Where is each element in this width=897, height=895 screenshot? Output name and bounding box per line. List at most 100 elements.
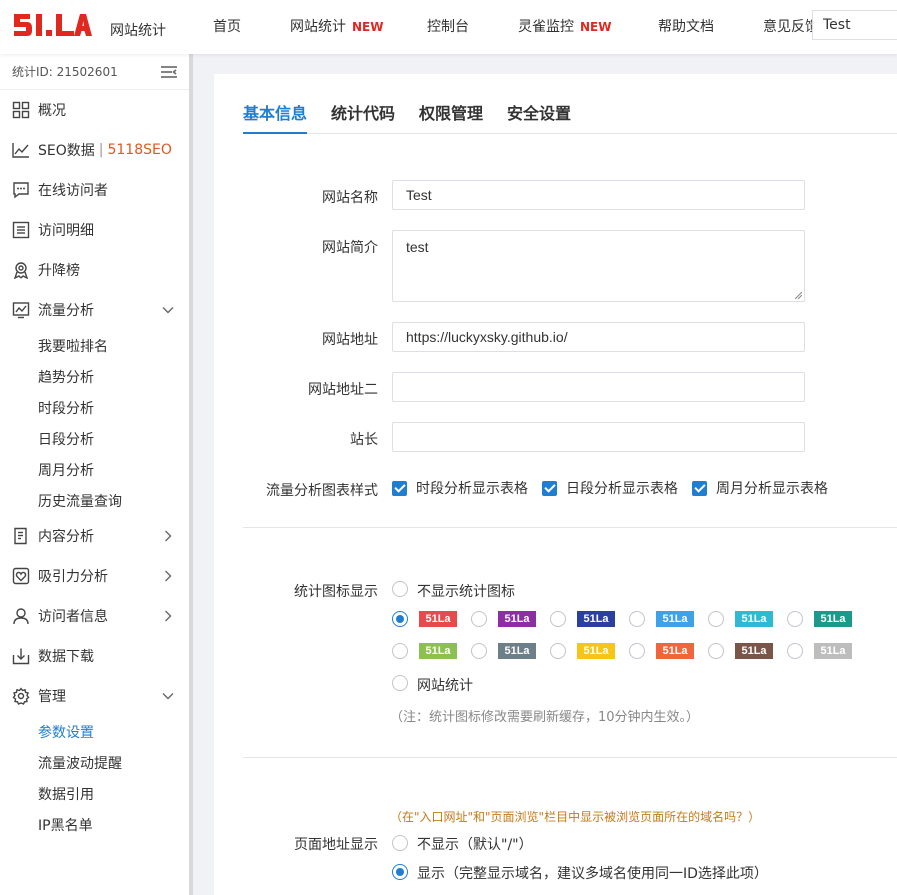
site-name-input[interactable]: Test <box>392 180 805 210</box>
monitor-chart-icon <box>12 302 30 319</box>
icon-note: （注：统计图标修改需要刷新缓存，10分钟内生效。） <box>390 710 700 725</box>
seo-5118-link[interactable]: 5118SEO <box>107 142 171 158</box>
sidebar-subitem[interactable]: 流量波动提醒 <box>0 747 190 778</box>
icon-style-radio[interactable] <box>550 643 566 659</box>
section-divider <box>243 757 897 758</box>
nav-monitor[interactable]: 灵雀监控 NEW <box>518 16 611 36</box>
tab-bar: 基本信息 统计代码 权限管理 安全设置 <box>243 100 595 123</box>
site-url-input[interactable]: https://luckyxsky.github.io/ <box>392 322 805 352</box>
section-divider <box>243 527 897 528</box>
nav-console[interactable]: 控制台 <box>427 16 469 36</box>
site-id-bar: 统计ID: 21502601 <box>0 54 190 90</box>
chevron-right-icon <box>165 530 172 542</box>
icon-style-badge[interactable]: 51La <box>419 643 457 659</box>
icon-style-radio[interactable] <box>392 643 408 659</box>
icon-style-radio[interactable] <box>471 643 487 659</box>
sidebar-item-traffic[interactable]: 流量分析 <box>0 290 190 330</box>
tab-divider <box>243 133 897 134</box>
chart-style-options: 时段分析显示表格 日段分析显示表格 周月分析显示表格 <box>392 478 842 498</box>
heart-icon <box>12 567 30 585</box>
51la-logo[interactable] <box>12 12 92 38</box>
icon-style-badge[interactable]: 51La <box>419 611 457 627</box>
sidebar-item-content[interactable]: 内容分析 <box>0 516 190 556</box>
icon-style-badge[interactable]: 51La <box>814 611 852 627</box>
icon-style-radio[interactable] <box>708 611 724 627</box>
page-url-hide-radio[interactable] <box>392 835 408 851</box>
icon-style-radio[interactable] <box>392 611 408 627</box>
icon-style-badge[interactable]: 51La <box>577 643 615 659</box>
icon-style-badge[interactable]: 51La <box>656 611 694 627</box>
sidebar-item-attraction[interactable]: 吸引力分析 <box>0 556 190 596</box>
sidebar-item-online[interactable]: 在线访问者 <box>0 170 190 210</box>
chart-style-label: 流量分析图表样式 <box>266 483 378 499</box>
sidebar-subitem[interactable]: 数据引用 <box>0 778 190 809</box>
icon-style-radio[interactable] <box>550 611 566 627</box>
sidebar-scrollbar[interactable] <box>189 54 193 895</box>
sidebar-item-seo[interactable]: SEO数据 | 5118SEO <box>0 130 190 170</box>
icon-text-radio[interactable] <box>392 675 408 691</box>
chat-icon <box>13 182 29 199</box>
owner-input[interactable] <box>392 422 805 452</box>
icon-style-radio[interactable] <box>629 611 645 627</box>
sidebar-subitem[interactable]: 日段分析 <box>0 423 190 454</box>
user-icon <box>13 608 29 625</box>
site-url2-input[interactable] <box>392 372 805 402</box>
icon-none-radio[interactable] <box>392 581 408 597</box>
weekly-table-checkbox[interactable] <box>692 480 707 496</box>
tab-tracking-code[interactable]: 统计代码 <box>331 100 395 123</box>
sidebar-subitem[interactable]: 时段分析 <box>0 392 190 423</box>
page-url-show-radio[interactable] <box>392 864 408 880</box>
settings-panel: 基本信息 统计代码 权限管理 安全设置 网站名称 Test 网站简介 test … <box>214 74 897 895</box>
icon-style-badge[interactable]: 51La <box>814 643 852 659</box>
nav-feedback[interactable]: 意见反馈 <box>763 16 819 36</box>
icon-style-radio[interactable] <box>787 643 803 659</box>
sidebar-item-overview[interactable]: 概况 <box>0 90 190 130</box>
site-desc-textarea[interactable]: test <box>392 230 805 302</box>
icon-style-radio[interactable] <box>471 611 487 627</box>
site-name-label: 网站名称 <box>322 190 378 206</box>
page-url-show-label: 显示（完整显示域名，建议多域名使用同一ID选择此项） <box>417 866 768 882</box>
icon-style-badge[interactable]: 51La <box>498 643 536 659</box>
sidebar-subitem[interactable]: 我要啦排名 <box>0 330 190 361</box>
sidebar-subitem[interactable]: 历史流量查询 <box>0 485 190 516</box>
icon-none-label: 不显示统计图标 <box>417 584 515 600</box>
tab-permissions[interactable]: 权限管理 <box>419 100 483 123</box>
tab-security[interactable]: 安全设置 <box>507 100 571 123</box>
sidebar-item-ranking[interactable]: 升降榜 <box>0 250 190 290</box>
icon-style-radio[interactable] <box>629 643 645 659</box>
icon-style-badge[interactable]: 51La <box>735 611 773 627</box>
owner-label: 站长 <box>350 432 378 448</box>
icon-style-badge[interactable]: 51La <box>498 611 536 627</box>
sidebar-subitem[interactable]: IP黑名单 <box>0 809 190 840</box>
sidebar-subitem[interactable]: 周月分析 <box>0 454 190 485</box>
icon-text-label: 网站统计 <box>417 678 473 694</box>
new-badge: NEW <box>352 20 384 34</box>
sidebar-item-download[interactable]: 数据下载 <box>0 636 190 676</box>
tab-basic-info[interactable]: 基本信息 <box>243 100 307 123</box>
resize-grip-icon[interactable] <box>794 291 802 299</box>
sidebar-subitem[interactable]: 趋势分析 <box>0 361 190 392</box>
site-url2-label: 网站地址二 <box>308 382 378 398</box>
sidebar-item-visits[interactable]: 访问明细 <box>0 210 190 250</box>
site-id: 统计ID: 21502601 <box>12 65 118 79</box>
nav-help[interactable]: 帮助文档 <box>658 16 714 36</box>
sidebar-item-visitor[interactable]: 访问者信息 <box>0 596 190 636</box>
menu-collapse-icon[interactable] <box>160 65 178 79</box>
hourly-table-checkbox[interactable] <box>392 480 407 496</box>
icon-style-badge[interactable]: 51La <box>656 643 694 659</box>
icon-style-radio[interactable] <box>787 611 803 627</box>
icon-style-radio[interactable] <box>708 643 724 659</box>
top-header: 网站统计 首页 网站统计 NEW 控制台 灵雀监控 NEW 帮助文档 意见反馈 Te… <box>0 0 897 54</box>
icon-style-badge[interactable]: 51La <box>735 643 773 659</box>
sidebar-item-manage[interactable]: 管理 <box>0 676 190 716</box>
sidebar-subitem-active[interactable]: 参数设置 <box>0 716 190 747</box>
site-url-label: 网站地址 <box>322 332 378 348</box>
site-select[interactable]: Test <box>812 10 897 40</box>
daily-table-checkbox[interactable] <box>542 480 557 496</box>
icon-style-badge[interactable]: 51La <box>577 611 615 627</box>
page-url-hint: （在"入口网址"和"页面浏览"栏目中显示被浏览页面所在的域名吗？） <box>390 810 761 824</box>
new-badge: NEW <box>580 20 612 34</box>
nav-site-stats[interactable]: 网站统计 NEW <box>290 16 383 36</box>
nav-home[interactable]: 首页 <box>213 16 241 36</box>
page-url-hide-label: 不显示（默认"/"） <box>417 837 533 853</box>
